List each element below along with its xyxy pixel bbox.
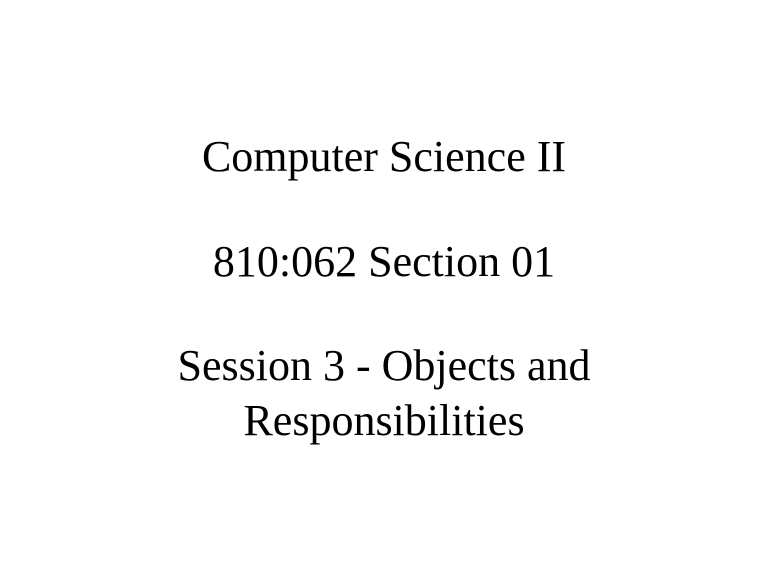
- course-section: 810:062 Section 01: [60, 233, 708, 290]
- session-title: Session 3 - Objects and Responsibilities: [60, 338, 708, 448]
- slide-title: Computer Science II: [60, 128, 708, 185]
- slide-content: Computer Science II 810:062 Section 01 S…: [0, 128, 768, 448]
